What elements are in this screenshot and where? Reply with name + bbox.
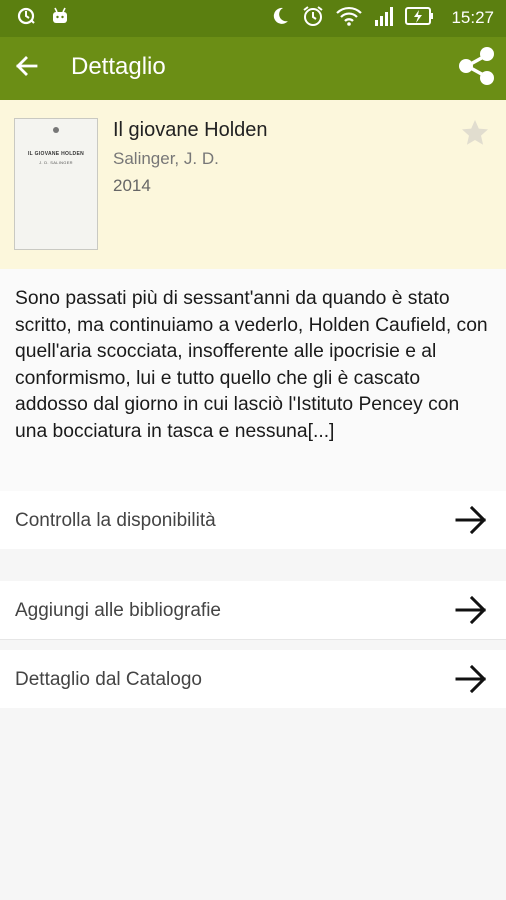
back-button[interactable] — [10, 51, 44, 85]
publisher-logo — [53, 127, 59, 133]
wifi-icon — [335, 5, 363, 32]
signal-icon — [373, 5, 395, 32]
cover-author: J. D. SALINGER — [39, 160, 73, 165]
book-header: IL GIOVANE HOLDEN J. D. SALINGER Il giov… — [0, 100, 506, 269]
arrow-forward-icon — [454, 504, 488, 536]
add-to-bibliographies-row[interactable]: Aggiungi alle bibliografie — [0, 581, 506, 639]
app-bar: Dettaglio — [0, 37, 506, 100]
arrow-forward-icon — [454, 663, 488, 695]
check-availability-label: Controlla la disponibilità — [15, 510, 216, 531]
status-time: 15:27 — [451, 8, 494, 27]
android-icon — [50, 6, 70, 31]
divider — [0, 639, 506, 640]
cover-title: IL GIOVANE HOLDEN — [27, 151, 85, 157]
book-author: Salinger, J. D. — [113, 149, 219, 168]
star-icon — [460, 120, 490, 152]
check-availability-row[interactable]: Controlla la disponibilità — [0, 491, 506, 549]
moon-icon — [269, 5, 291, 32]
share-icon — [456, 45, 498, 92]
sync-icon — [16, 6, 36, 31]
battery-charging-icon — [405, 5, 435, 32]
book-description: Sono passati più di sessant'anni da quan… — [15, 288, 488, 442]
description-section: Sono passati più di sessant'anni da quan… — [0, 269, 506, 491]
arrow-back-icon — [14, 53, 40, 84]
share-button[interactable] — [454, 45, 500, 91]
book-year: 2014 — [113, 176, 151, 195]
add-to-bibliographies-label: Aggiungi alle bibliografie — [15, 600, 221, 621]
alarm-icon — [301, 4, 325, 33]
status-bar: 15:27 — [0, 0, 506, 37]
book-title: Il giovane Holden — [113, 119, 268, 141]
book-cover[interactable]: IL GIOVANE HOLDEN J. D. SALINGER — [14, 118, 98, 250]
catalog-detail-label: Dettaglio dal Catalogo — [15, 669, 202, 690]
catalog-detail-row[interactable]: Dettaglio dal Catalogo — [0, 650, 506, 708]
favorite-button[interactable] — [460, 118, 490, 148]
arrow-forward-icon — [454, 594, 488, 626]
page-title: Dettaglio — [71, 53, 166, 80]
